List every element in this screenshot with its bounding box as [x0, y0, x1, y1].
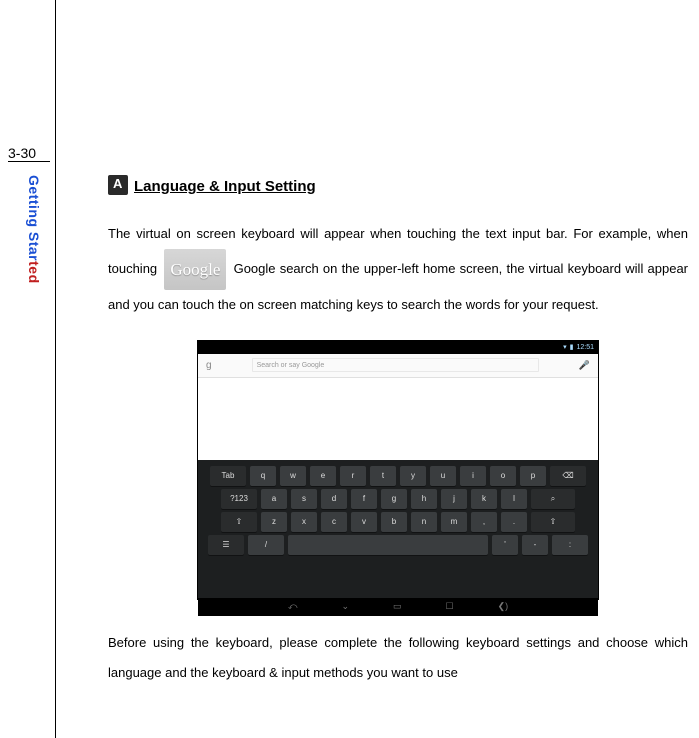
kb-backspace: ⌫	[550, 466, 586, 486]
kb-colon: :	[552, 535, 588, 555]
kb-row-2: ?123 a s d f g h j k l ⌕	[208, 489, 588, 509]
keyboard-screenshot: ▾ ▮ 12:51 g Search or say Google 🎤 Tab q…	[197, 340, 599, 600]
kb-key-e: e	[310, 466, 336, 486]
paragraph-1: The virtual on screen keyboard will appe…	[108, 219, 688, 320]
kb-quote: '	[492, 535, 518, 555]
ss-search-box: Search or say Google	[252, 358, 539, 372]
ss-app-bar: g Search or say Google 🎤	[198, 354, 598, 378]
heading-text: Language & Input Setting	[134, 178, 316, 195]
ss-nav-bar: ⤺ ⌄ ▭ ☐ ❮)	[198, 598, 598, 616]
kb-key-g: g	[381, 489, 407, 509]
kb-key-t: t	[370, 466, 396, 486]
kb-symbols: ?123	[221, 489, 257, 509]
kb-dash: -	[522, 535, 548, 555]
kb-key-l: l	[501, 489, 527, 509]
kb-row-4: ☰ / ' - :	[208, 535, 588, 555]
kb-key-c: c	[321, 512, 347, 532]
kb-space	[288, 535, 488, 555]
content-area: Language & Input Setting The virtual on …	[108, 175, 688, 688]
kb-key-w: w	[280, 466, 306, 486]
ss-clock: 12:51	[576, 344, 594, 351]
ss-status-bar: ▾ ▮ 12:51	[198, 341, 598, 354]
paragraph-2: Before using the keyboard, please comple…	[108, 628, 688, 688]
kb-slash: /	[248, 535, 284, 555]
kb-key-k: k	[471, 489, 497, 509]
kb-key-d: d	[321, 489, 347, 509]
kb-row-3: ⇧ z x c v b n m , . ⇧	[208, 512, 588, 532]
nav-home-icon: ▭	[393, 601, 402, 612]
kb-key-h: h	[411, 489, 437, 509]
ss-mic-icon: 🎤	[579, 360, 590, 371]
ss-battery-icon: ▮	[570, 343, 574, 351]
sidebar-label-red: ted	[26, 261, 42, 284]
kb-key-comma: ,	[471, 512, 497, 532]
kb-key-u: u	[430, 466, 456, 486]
page-left-rule	[55, 0, 56, 738]
kb-key-a: a	[261, 489, 287, 509]
kb-key-v: v	[351, 512, 377, 532]
kb-shift-right: ⇧	[531, 512, 575, 532]
sidebar-label-blue: Getting Star	[26, 175, 42, 261]
kb-key-n: n	[411, 512, 437, 532]
kb-key-dot: .	[501, 512, 527, 532]
google-logo-inline: Google	[164, 249, 226, 290]
kb-key-q: q	[250, 466, 276, 486]
ss-g-icon: g	[206, 360, 212, 371]
kb-key-f: f	[351, 489, 377, 509]
ss-keyboard: Tab q w e r t y u i o p ⌫ ?123 a s d f g…	[198, 460, 598, 598]
nav-recent-icon: ☐	[446, 601, 454, 612]
kb-tab: Tab	[210, 466, 246, 486]
language-input-icon	[108, 175, 128, 195]
kb-globe: ☰	[208, 535, 244, 555]
kb-shift-left: ⇧	[221, 512, 257, 532]
ss-wifi-icon: ▾	[563, 343, 567, 351]
kb-key-x: x	[291, 512, 317, 532]
kb-key-r: r	[340, 466, 366, 486]
page-number: 3-30	[8, 145, 50, 162]
kb-key-i: i	[460, 466, 486, 486]
kb-row-1: Tab q w e r t y u i o p ⌫	[208, 466, 588, 486]
kb-key-j: j	[441, 489, 467, 509]
section-heading: Language & Input Setting	[108, 175, 688, 195]
kb-key-s: s	[291, 489, 317, 509]
kb-key-m: m	[441, 512, 467, 532]
sidebar-section-label: Getting Started	[26, 175, 42, 284]
nav-down-icon: ⌄	[341, 601, 349, 612]
kb-key-y: y	[400, 466, 426, 486]
ss-content-area	[198, 378, 598, 460]
kb-key-b: b	[381, 512, 407, 532]
kb-key-p: p	[520, 466, 546, 486]
nav-back-icon: ⤺	[288, 601, 298, 612]
kb-key-z: z	[261, 512, 287, 532]
kb-search: ⌕	[531, 489, 575, 509]
nav-vol-icon: ❮)	[498, 601, 509, 612]
kb-key-o: o	[490, 466, 516, 486]
